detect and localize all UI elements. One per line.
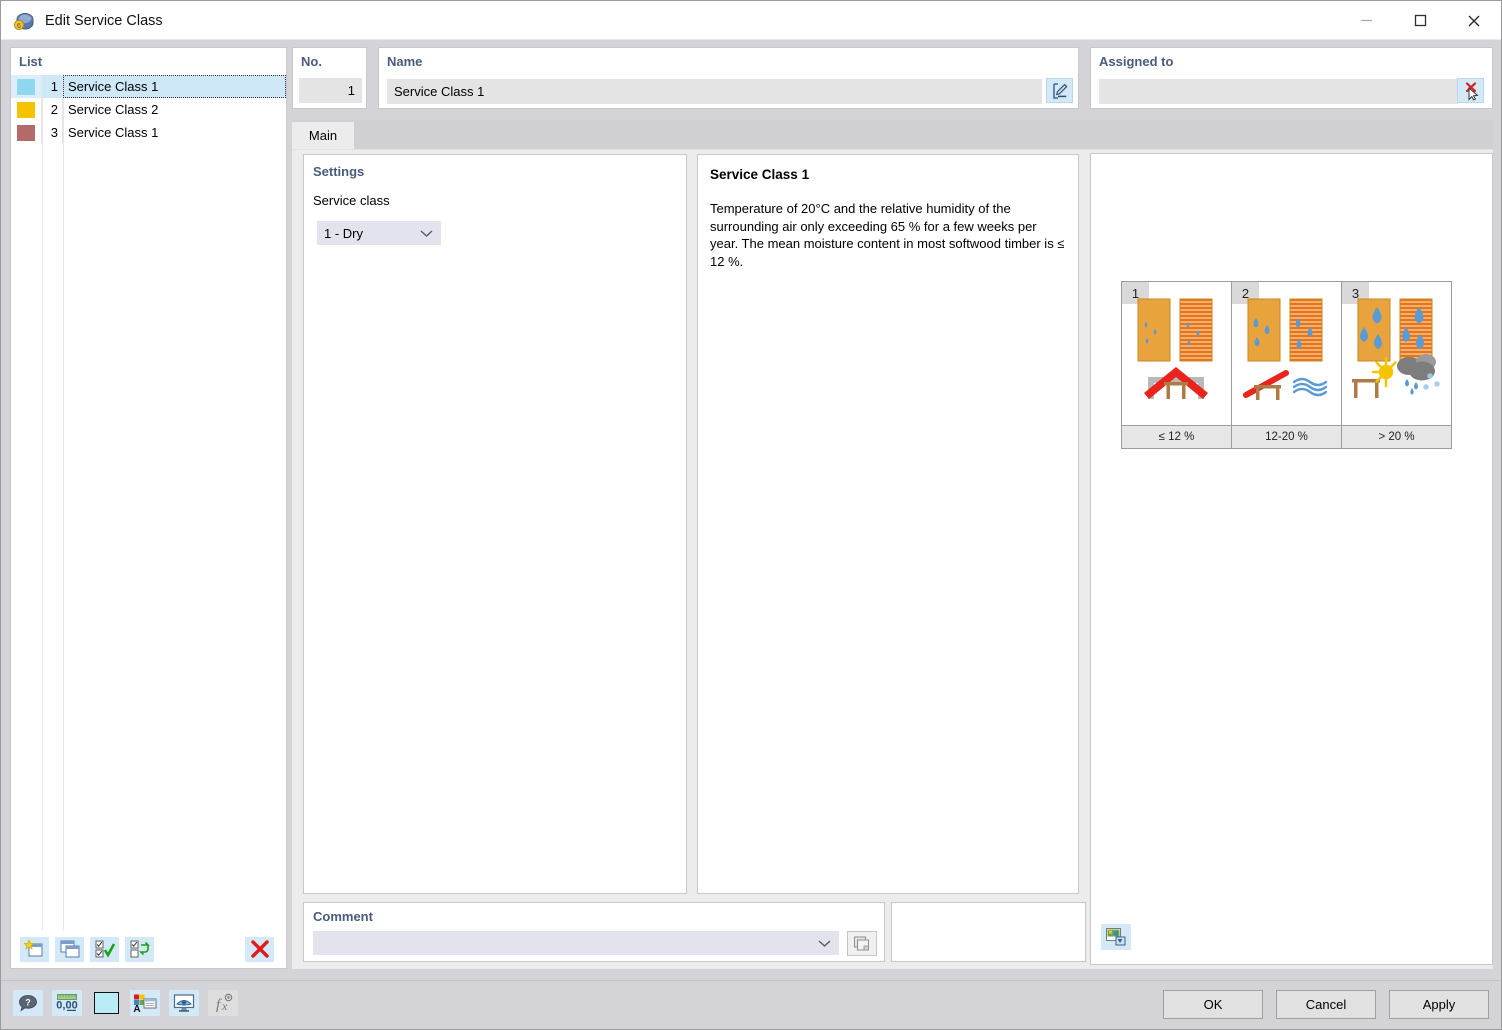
service-class-label: Service class <box>313 193 390 208</box>
settings-panel: Settings Service class 1 - Dry <box>303 154 687 894</box>
figure-footer: 12-20 % <box>1232 425 1341 448</box>
service-class-icon: 6 <box>13 10 35 32</box>
list-item[interactable]: 3 Service Class 1 <box>11 121 286 144</box>
clear-assignment-icon[interactable] <box>1457 78 1484 103</box>
list-item-color-cell <box>11 121 42 144</box>
service-class-figure: 1 ≤ 12 % 2 12-20 % 3 > 20 % <box>1121 281 1452 449</box>
settings-title: Settings <box>313 164 365 179</box>
window-title: Edit Service Class <box>45 12 163 29</box>
copy-window-icon[interactable] <box>55 936 84 962</box>
list-item-label: Service Class 2 <box>68 102 159 117</box>
service-class-select[interactable]: 1 - Dry <box>317 221 441 245</box>
bottom-toolbar: ? 0,00 A f x <box>13 990 238 1016</box>
title-bar: 6 Edit Service Class <box>1 1 1501 40</box>
service-class-value: 1 - Dry <box>324 225 363 241</box>
copy-pages-icon[interactable] <box>847 931 877 956</box>
figure-artwork: 3 <box>1342 282 1451 425</box>
svg-text:0,00: 0,00 <box>56 1000 77 1012</box>
list-item-number: 2 <box>42 98 63 121</box>
description-text: Temperature of 20°C and the relative hum… <box>710 201 1065 269</box>
comment-title: Comment <box>313 909 373 924</box>
name-group: Name Service Class 1 <box>378 47 1079 109</box>
list-panel: List 1 Service Class 1 2 Service Class 2 <box>10 47 287 969</box>
bottom-bar: ? 0,00 A f x OK Cancel Apply <box>1 980 1501 1029</box>
assigned-to-label: Assigned to <box>1099 54 1174 69</box>
list-item-number: 3 <box>42 121 63 144</box>
name-field[interactable]: Service Class 1 <box>387 79 1042 104</box>
figure-artwork: 1 <box>1122 282 1231 425</box>
cancel-button[interactable]: Cancel <box>1276 990 1376 1019</box>
picture-settings-icon[interactable] <box>1101 924 1131 950</box>
color-swatch <box>17 101 35 118</box>
monitor-visibility-icon[interactable] <box>169 990 199 1016</box>
chevron-down-icon <box>818 936 831 951</box>
list-item-color-cell <box>11 98 42 121</box>
color-swatch-icon[interactable] <box>91 990 121 1016</box>
svg-text:6: 6 <box>17 23 21 30</box>
figure-artwork: 2 <box>1232 282 1341 425</box>
formula-fx-icon[interactable]: f x <box>208 990 238 1016</box>
number-format-icon[interactable]: 0,00 <box>52 990 82 1016</box>
figure-column: 3 > 20 % <box>1342 282 1451 448</box>
dialog-buttons: OK Cancel Apply <box>1163 990 1489 1019</box>
comment-side-panel <box>891 902 1086 962</box>
color-swatch <box>17 124 35 141</box>
image-panel: 1 ≤ 12 % 2 12-20 % 3 > 20 % <box>1090 153 1493 965</box>
name-label: Name <box>387 54 423 69</box>
chevron-down-icon <box>420 226 433 241</box>
list-item-label: Service Class 1 <box>63 75 286 98</box>
description-panel: Service Class 1 Temperature of 20°C and … <box>697 154 1079 894</box>
svg-text:x: x <box>221 999 228 1013</box>
edit-pencil-icon[interactable] <box>1046 78 1073 103</box>
list-item[interactable]: 2 Service Class 2 <box>11 98 286 121</box>
number-group: No. 1 <box>292 47 367 109</box>
tab-strip: Main <box>292 120 1493 149</box>
list-item-label: Service Class 1 <box>68 125 159 140</box>
apply-button[interactable]: Apply <box>1389 990 1489 1019</box>
red-x-icon[interactable] <box>245 936 274 962</box>
list-rows: 1 Service Class 1 2 Service Class 2 3 Se… <box>11 75 286 930</box>
tab-main[interactable]: Main <box>292 122 354 149</box>
display-properties-icon[interactable]: A <box>130 990 160 1016</box>
comment-panel: Comment <box>303 902 885 962</box>
window-controls <box>1339 1 1501 40</box>
figure-column: 2 12-20 % <box>1232 282 1342 448</box>
close-icon[interactable] <box>1447 1 1501 40</box>
description-title: Service Class 1 <box>710 167 810 182</box>
number-label: No. <box>301 54 322 69</box>
list-toolbar <box>11 930 286 968</box>
list-item-number: 1 <box>42 75 63 98</box>
figure-footer: > 20 % <box>1342 425 1451 448</box>
color-swatch <box>17 78 35 95</box>
figure-footer: ≤ 12 % <box>1122 425 1231 448</box>
question-balloon-icon[interactable]: ? <box>13 990 43 1016</box>
figure-column: 1 ≤ 12 % <box>1122 282 1232 448</box>
comment-input[interactable] <box>313 931 839 955</box>
checkmark-list-icon[interactable] <box>90 936 119 962</box>
number-field[interactable]: 1 <box>299 78 362 103</box>
maximize-icon[interactable] <box>1393 1 1447 40</box>
swap-selection-icon[interactable] <box>125 936 154 962</box>
titlebar-divider <box>1 39 1501 40</box>
svg-text:?: ? <box>25 998 31 1008</box>
assigned-to-group: Assigned to <box>1090 47 1493 109</box>
list-item[interactable]: 1 Service Class 1 <box>11 75 286 98</box>
list-item-color-cell <box>11 75 42 98</box>
ok-button[interactable]: OK <box>1163 990 1263 1019</box>
minimize-icon[interactable] <box>1339 1 1393 40</box>
list-panel-title: List <box>19 54 43 69</box>
new-window-icon[interactable] <box>20 936 49 962</box>
svg-text:A: A <box>133 1004 140 1013</box>
edit-service-class-dialog: 6 Edit Service Class List 1 Service Clas… <box>0 0 1502 1030</box>
assigned-to-field[interactable] <box>1099 79 1458 104</box>
